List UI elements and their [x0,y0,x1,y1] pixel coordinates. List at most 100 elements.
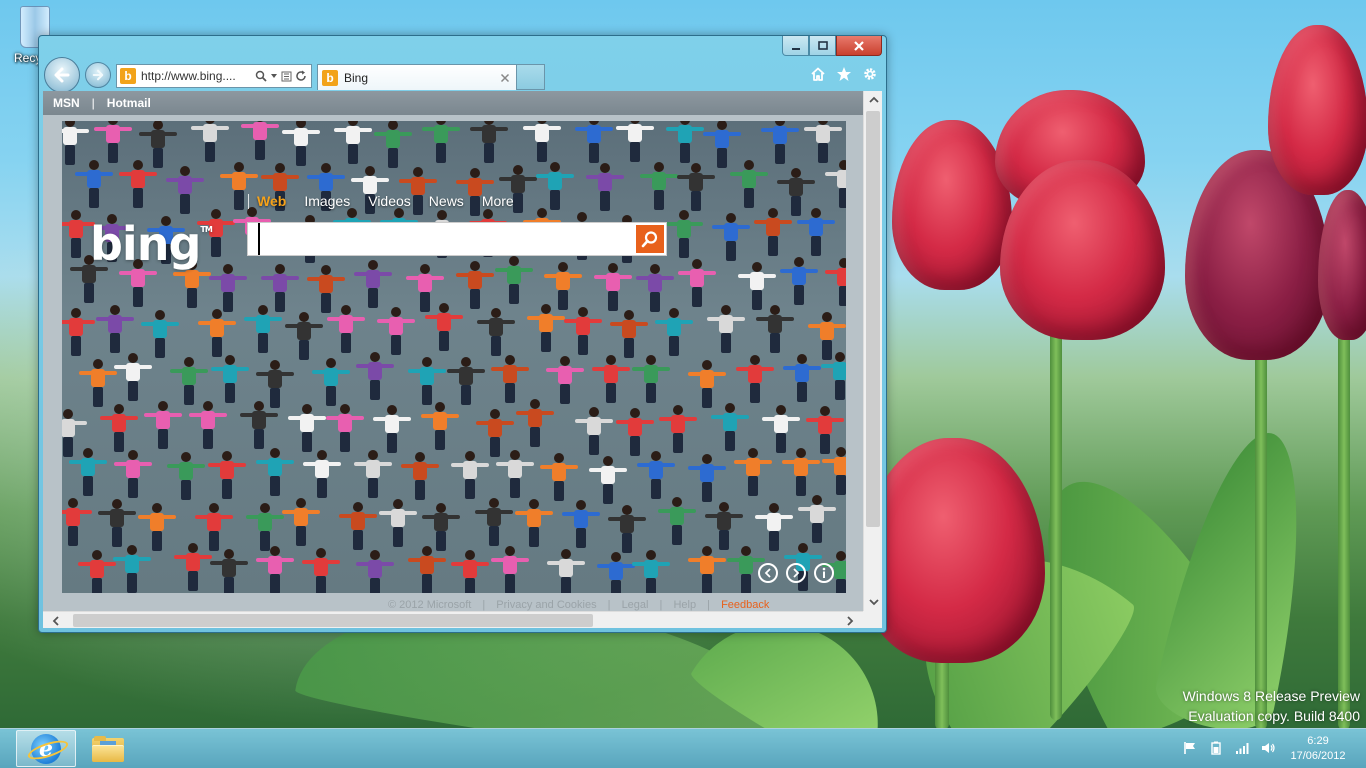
bing-tab-more[interactable]: More [482,193,514,209]
hero-figure [208,450,247,499]
image-info-button[interactable] [814,563,834,583]
horizontal-scrollbar[interactable] [43,611,863,628]
hero-figure [356,352,395,401]
chevron-left-icon [764,568,771,578]
scroll-down-button[interactable] [864,593,882,611]
info-icon [822,567,826,578]
volume-button[interactable] [1260,740,1276,756]
footer-separator: | [659,599,663,611]
hero-figure [78,549,117,593]
compatibility-view-icon[interactable] [281,71,292,82]
hero-figure [282,498,321,546]
address-bar[interactable]: b http://www.bing.... [116,64,312,88]
hero-figure [69,448,108,497]
hero-figure [687,360,726,409]
next-image-button[interactable] [786,563,806,583]
close-window-button[interactable] [836,36,882,56]
previous-image-button[interactable] [758,563,778,583]
scroll-up-button[interactable] [864,91,882,109]
hotmail-link[interactable]: Hotmail [107,96,151,110]
msn-link[interactable]: MSN [53,96,80,110]
footer-separator: | [482,599,486,611]
address-url[interactable]: http://www.bing.... [141,69,255,83]
hero-figure [138,502,177,551]
footer-separator: | [707,599,711,611]
home-button[interactable] [810,66,826,82]
hero-figure [631,354,670,403]
scroll-left-button[interactable] [47,612,65,628]
vertical-scrollbar[interactable] [863,91,882,611]
hero-figure [243,304,282,353]
taskbar-internet-explorer[interactable]: e [16,730,76,767]
gear-icon [864,68,876,80]
tab-bing[interactable]: b Bing [317,64,517,90]
footer-feedback-link[interactable]: Feedback [721,599,769,611]
bing-footer: © 2012 Microsoft | Privacy and Cookies |… [388,599,777,611]
hero-figure [355,550,394,593]
bing-logo[interactable]: bingTM [90,217,213,271]
close-icon [854,40,864,51]
hero-figure [780,256,819,305]
bing-tab-web[interactable]: Web [257,193,286,209]
bing-search-button[interactable] [636,225,664,253]
hero-figure [284,311,323,360]
search-icon[interactable] [255,70,267,82]
forward-button[interactable] [85,62,111,88]
footer-help-link[interactable]: Help [673,599,696,611]
footer-legal-link[interactable]: Legal [622,599,649,611]
clock-time: 6:29 [1307,735,1329,747]
hero-figure [256,360,295,409]
vertical-scroll-thumb[interactable] [866,111,880,527]
speaker-icon [1262,743,1275,753]
bing-search-input[interactable] [258,223,638,255]
magnifier-icon [641,231,658,248]
bing-tab-images[interactable]: Images [304,193,350,209]
hero-figure [495,255,534,304]
tab-title: Bing [344,70,369,85]
hero-figure [353,450,392,499]
close-tab-icon[interactable] [500,73,510,83]
hero-figure [288,403,327,452]
bing-tab-news[interactable]: News [429,193,464,209]
tabs-divider [248,193,249,209]
hero-figure [241,121,280,160]
taskbar: e 6:29 17/06/2012 [0,728,1366,768]
home-icon [811,67,825,81]
hero-figure [75,160,114,209]
hero-figure [373,121,412,169]
hero-figure [562,500,601,549]
wallpaper-stem [1050,320,1062,720]
hero-figure [220,162,259,211]
minimize-button[interactable] [782,36,809,56]
back-button[interactable] [44,57,80,93]
hero-figure [730,159,769,208]
refresh-icon[interactable] [295,70,307,82]
bing-search-tabs: Web Images Videos News More [248,193,532,209]
hero-figure [119,159,158,208]
horizontal-scroll-thumb[interactable] [73,614,593,627]
taskbar-file-explorer[interactable] [78,730,138,767]
hero-figure [755,305,794,354]
hero-figure [591,354,630,403]
scroll-right-button[interactable] [841,612,859,628]
power-button[interactable] [1208,740,1224,756]
bing-tab-favicon-icon: b [322,69,338,86]
bing-search-box [247,222,667,256]
hero-figure [260,264,299,313]
dropdown-arrow-icon[interactable] [270,72,278,80]
footer-privacy-link[interactable]: Privacy and Cookies [496,599,596,611]
hero-figure [615,408,654,457]
new-tab-button[interactable] [517,64,545,90]
network-button[interactable] [1234,740,1250,756]
favorites-button[interactable] [836,66,852,82]
hero-figure [658,497,697,546]
hero-figure [167,452,206,501]
hero-figure [469,121,508,164]
hero-figure [734,448,773,497]
maximize-button[interactable] [809,36,836,56]
bing-tab-videos[interactable]: Videos [368,193,411,209]
tools-button[interactable] [862,66,878,82]
hero-figure [539,453,578,502]
action-center-button[interactable] [1182,740,1198,756]
taskbar-clock[interactable]: 6:29 17/06/2012 [1278,734,1358,764]
